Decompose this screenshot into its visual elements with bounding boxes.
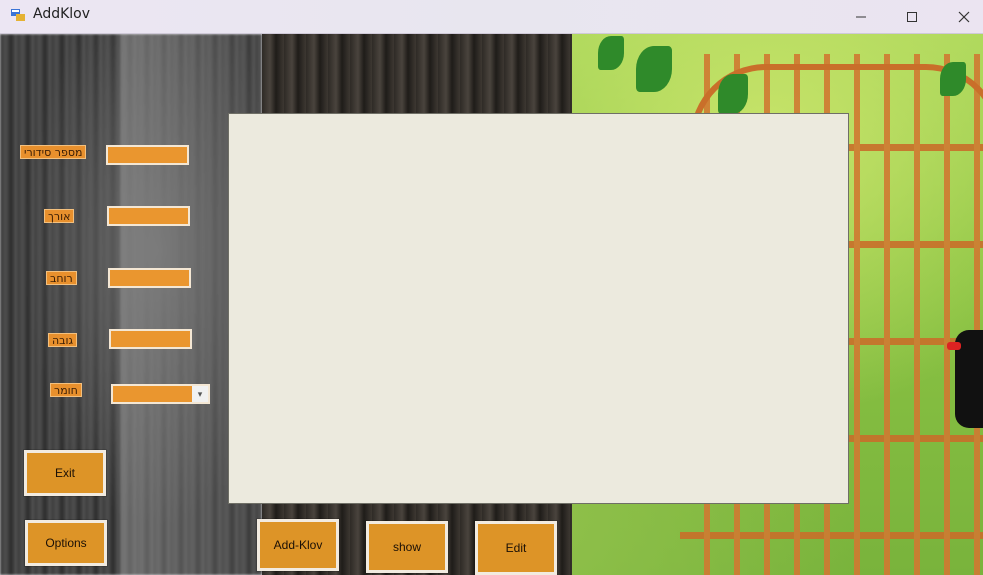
width-input[interactable]	[108, 268, 191, 288]
data-grid-panel[interactable]	[228, 113, 849, 504]
background-bird	[947, 330, 983, 428]
material-label: חומר	[50, 383, 82, 397]
options-button[interactable]: Options	[25, 520, 107, 566]
background-leaf	[636, 46, 672, 92]
serial-number-label: מספר סידורי	[20, 145, 87, 159]
maximize-icon	[907, 11, 917, 22]
exit-button[interactable]: Exit	[24, 450, 106, 496]
background-leaf	[718, 74, 748, 114]
edit-button[interactable]: Edit	[475, 521, 557, 575]
close-button[interactable]	[941, 0, 983, 33]
close-icon	[958, 11, 970, 22]
serial-number-input[interactable]	[106, 145, 189, 165]
title-bar[interactable]: AddKlov	[0, 0, 983, 34]
minimize-button[interactable]	[838, 0, 884, 33]
length-input[interactable]	[107, 206, 190, 226]
app-window-icon	[10, 7, 26, 23]
width-label: רוחב	[46, 271, 77, 285]
material-dropdown[interactable]: ▾	[111, 384, 210, 404]
chevron-down-icon[interactable]: ▾	[192, 386, 208, 402]
maximize-button[interactable]	[889, 0, 935, 33]
background-leaf	[598, 36, 624, 70]
minimize-icon	[856, 16, 866, 17]
length-label: אורך	[44, 209, 75, 223]
add-klov-button[interactable]: Add-Klov	[257, 519, 339, 571]
background-leaf	[940, 62, 966, 96]
height-label: גובה	[48, 333, 78, 347]
height-input[interactable]	[109, 329, 192, 349]
show-button[interactable]: show	[366, 521, 448, 573]
add-klov-window: AddKlov מספר סידורי אורך רוחב גובה חומר …	[0, 0, 983, 575]
window-title: AddKlov	[33, 6, 91, 22]
